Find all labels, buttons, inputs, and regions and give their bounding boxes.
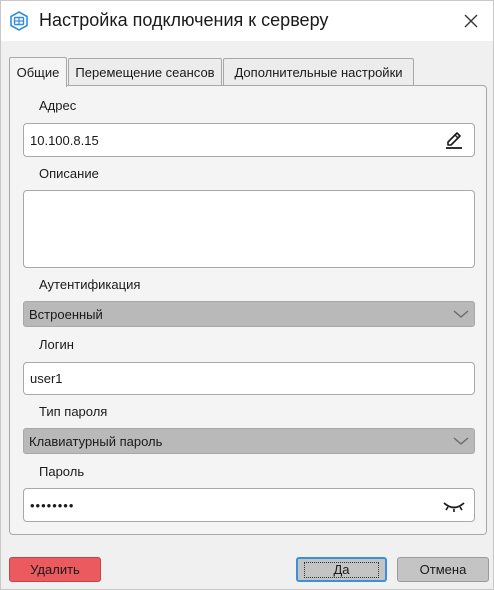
chevron-down-icon xyxy=(453,437,469,445)
close-button[interactable] xyxy=(455,5,487,37)
tab-advanced-settings[interactable]: Дополнительные настройки xyxy=(223,58,414,86)
chevron-down-icon xyxy=(453,310,469,318)
password-type-select[interactable]: Клавиатурный пароль xyxy=(23,428,475,454)
tab-session-migration[interactable]: Перемещение сеансов xyxy=(68,58,222,86)
auth-value: Встроенный xyxy=(29,306,103,322)
login-value: user1 xyxy=(30,371,63,386)
auth-select[interactable]: Встроенный xyxy=(23,301,475,327)
cancel-button[interactable]: Отмена xyxy=(397,557,489,582)
address-value: 10.100.8.15 xyxy=(30,132,99,148)
app-icon xyxy=(10,11,28,31)
auth-label: Аутентификация xyxy=(39,277,141,292)
close-icon xyxy=(464,14,478,28)
address-label: Адрес xyxy=(39,98,77,113)
window-title: Настройка подключения к серверу xyxy=(39,10,329,30)
delete-button[interactable]: Удалить xyxy=(9,557,101,582)
title-bar: Настройка подключения к серверу xyxy=(1,1,493,41)
ok-button[interactable]: Да xyxy=(296,557,387,582)
password-label: Пароль xyxy=(39,464,85,479)
eye-closed-icon[interactable] xyxy=(442,495,466,515)
description-field[interactable] xyxy=(23,190,475,268)
login-label: Логин xyxy=(39,337,74,352)
description-label: Описание xyxy=(39,166,99,181)
password-type-label: Тип пароля xyxy=(39,404,108,419)
password-type-value: Клавиатурный пароль xyxy=(29,433,163,449)
login-field[interactable]: user1 xyxy=(23,362,475,395)
password-value: •••••••• xyxy=(30,497,75,513)
password-field[interactable]: •••••••• xyxy=(23,488,475,522)
ok-button-label: Да xyxy=(304,561,379,578)
address-field[interactable]: 10.100.8.15 xyxy=(23,123,475,157)
pencil-icon[interactable] xyxy=(444,130,464,150)
tab-general[interactable]: Общие xyxy=(9,57,67,87)
